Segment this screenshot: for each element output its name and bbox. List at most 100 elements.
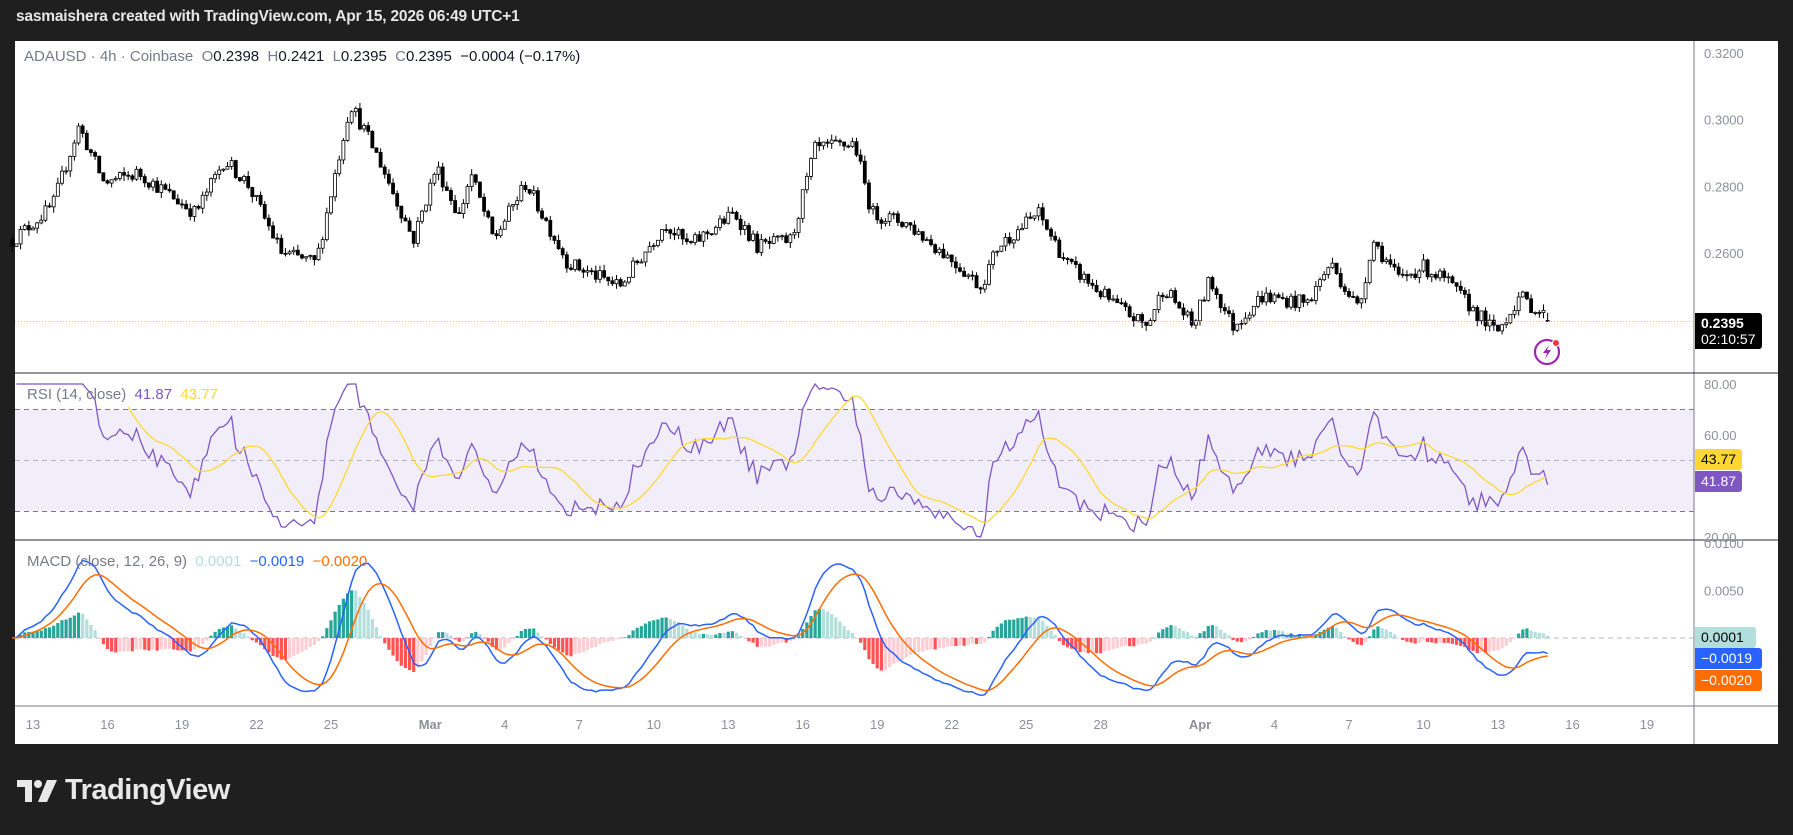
- macd-histogram-bar: [1165, 627, 1169, 638]
- macd-histogram-bar: [755, 638, 759, 647]
- candle-body: [647, 246, 652, 253]
- macd-histogram-bar: [1508, 638, 1512, 643]
- rsi-title[interactable]: RSI (14, close): [27, 386, 126, 403]
- candle-body: [759, 239, 764, 253]
- candle-body: [639, 261, 644, 264]
- macd-histogram-bar: [772, 638, 776, 645]
- macd-histogram-bar: [432, 638, 437, 639]
- candle-body: [1036, 207, 1041, 217]
- macd-histogram-bar: [155, 638, 159, 651]
- candle-body: [1222, 307, 1227, 312]
- macd-histogram-bar: [1401, 638, 1405, 640]
- macd-histogram-bar: [619, 638, 623, 639]
- macd-histogram-bar: [395, 638, 399, 662]
- macd-histogram-bar: [751, 638, 755, 643]
- macd-histogram-bar: [581, 638, 585, 653]
- candle-body: [10, 239, 15, 247]
- macd-histogram-bar: [875, 638, 879, 669]
- candle-body: [1260, 295, 1264, 303]
- macd-histogram-bar: [1512, 638, 1517, 639]
- time-tick-label: 19: [175, 717, 189, 732]
- tradingview-logo-text: TradingView: [65, 774, 230, 806]
- candle-body: [817, 141, 822, 147]
- macd-histogram-bar: [1119, 638, 1123, 647]
- macd-signal-badge: −0.0020: [1695, 670, 1762, 691]
- candle-body: [109, 179, 114, 184]
- candle-body: [1376, 241, 1380, 247]
- candle-body: [204, 191, 209, 196]
- candle-body: [879, 219, 884, 224]
- rsi-ma-value: 43.77: [180, 386, 218, 403]
- candle-body: [540, 210, 544, 219]
- candle-body: [320, 239, 325, 249]
- macd-histogram-bar: [283, 638, 288, 660]
- candle-body: [374, 147, 379, 153]
- candle-body: [1016, 229, 1020, 241]
- macd-histogram-bar: [304, 638, 308, 650]
- macd-histogram-bar: [825, 611, 830, 638]
- macd-histogram-bar: [1235, 638, 1239, 642]
- candle-body: [126, 174, 131, 177]
- candle-body: [1024, 216, 1029, 229]
- candle-body: [887, 213, 892, 222]
- lightning-icon[interactable]: [1533, 337, 1561, 366]
- macd-histogram-bar: [1434, 638, 1438, 644]
- candle-body: [1467, 293, 1471, 312]
- macd-histogram-bar: [1049, 630, 1053, 638]
- tradingview-logo[interactable]: TradingView: [17, 774, 230, 807]
- macd-histogram-bar: [854, 637, 859, 639]
- candle-body: [978, 287, 983, 290]
- candle-body: [1367, 259, 1372, 284]
- macd-histogram-bar: [126, 638, 130, 652]
- candle-body: [1351, 295, 1356, 298]
- candle-body: [68, 156, 73, 172]
- candle-body: [1512, 310, 1517, 315]
- candle-body: [664, 229, 669, 231]
- macd-histogram-bar: [52, 625, 56, 638]
- macd-histogram-bar: [163, 638, 168, 650]
- candle-body: [598, 270, 602, 280]
- candle-body: [1214, 288, 1219, 295]
- candle-body: [457, 212, 462, 215]
- tradingview-logo-icon: [17, 779, 57, 802]
- time-tick-label: Mar: [419, 717, 442, 732]
- macd-histogram-bar: [1214, 626, 1219, 638]
- macd-histogram-bar: [1248, 638, 1252, 640]
- macd-histogram-bar: [1206, 625, 1210, 638]
- candle-body: [912, 224, 917, 235]
- candle-body: [146, 182, 151, 188]
- macd-title[interactable]: MACD (close, 12, 26, 9): [27, 553, 187, 570]
- candle-body: [920, 231, 925, 241]
- close-label: C: [395, 48, 406, 65]
- symbol-label[interactable]: ADAUSD · 4h · Coinbase: [24, 48, 193, 65]
- macd-histogram-bar: [138, 638, 143, 649]
- candle-body: [329, 196, 333, 214]
- macd-histogram-bar: [312, 638, 317, 645]
- macd-histogram-bar: [1115, 638, 1119, 649]
- candle-body: [1475, 306, 1480, 322]
- time-tick-label: 4: [1271, 717, 1278, 732]
- macd-line: [12, 559, 1548, 697]
- candle-body: [167, 188, 172, 192]
- chart-svg[interactable]: 0.32000.30000.28000.260080.0060.0020.000…: [0, 0, 1793, 835]
- candle-body: [1040, 207, 1045, 221]
- candle-body: [1049, 228, 1053, 237]
- candle-body: [1405, 274, 1409, 277]
- macd-histogram-bar: [594, 638, 598, 647]
- candle-body: [622, 281, 627, 287]
- macd-histogram-bar: [1239, 638, 1243, 643]
- candle-body: [43, 205, 48, 221]
- macd-histogram-bar: [1008, 619, 1012, 638]
- candle-body: [722, 218, 727, 224]
- macd-histogram-bar: [631, 630, 635, 638]
- candle-body: [370, 130, 375, 149]
- candle-body: [1322, 274, 1327, 281]
- macd-histogram-bar: [1546, 635, 1550, 638]
- macd-histogram-bar: [511, 638, 515, 640]
- macd-histogram-bar: [635, 627, 639, 638]
- macd-histogram-bar: [1219, 629, 1223, 638]
- candle-body: [316, 247, 321, 261]
- candle-body: [1268, 292, 1273, 303]
- candles: [10, 102, 1550, 336]
- macd-histogram-bar: [1521, 629, 1525, 638]
